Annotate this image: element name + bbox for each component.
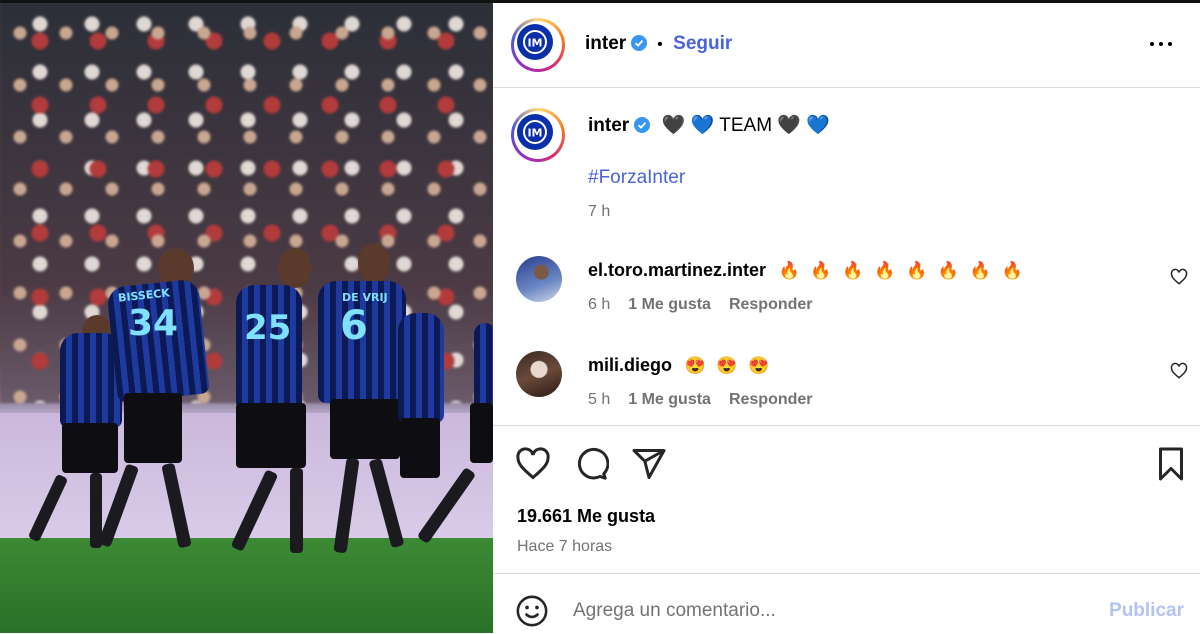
- comment-time[interactable]: 5 h: [588, 391, 610, 408]
- likes-count[interactable]: 19.661 Me gusta: [517, 506, 655, 527]
- comment-row: mili.diego 😍 😍 😍: [588, 355, 772, 376]
- heart-icon[interactable]: [515, 446, 551, 482]
- share-icon[interactable]: [631, 446, 667, 482]
- comment-bar: Publicar: [493, 573, 1200, 634]
- reply-button[interactable]: Responder: [729, 391, 813, 408]
- more-options-icon[interactable]: [1148, 33, 1178, 53]
- comment-heart-icon[interactable]: [1170, 268, 1188, 286]
- caption-username[interactable]: inter: [588, 115, 629, 136]
- svg-text:IM: IM: [527, 37, 542, 50]
- posted-time[interactable]: Hace 7 horas: [517, 538, 612, 556]
- photo-player-shorts: [470, 403, 493, 463]
- emoji-icon[interactable]: [515, 594, 549, 628]
- dot-icon: [1168, 42, 1172, 46]
- comment-username[interactable]: mili.diego: [588, 355, 672, 375]
- comment-avatar[interactable]: [516, 256, 562, 302]
- inter-logo-icon: IM: [517, 114, 553, 150]
- publish-button[interactable]: Publicar: [1109, 600, 1184, 622]
- jersey-number: 6: [340, 303, 368, 349]
- caption-avatar[interactable]: IM: [511, 108, 565, 162]
- photo-player-shorts: [124, 393, 182, 463]
- caption-hashtag[interactable]: #ForzaInter: [588, 167, 685, 189]
- caption-time[interactable]: 7 h: [588, 203, 610, 221]
- author-username[interactable]: inter: [585, 33, 626, 54]
- comment-meta: 5 h 1 Me gusta Responder: [588, 391, 813, 409]
- author-avatar[interactable]: IM: [511, 18, 565, 72]
- bookmark-icon[interactable]: [1153, 446, 1189, 482]
- header-user-row: inter • Seguir: [585, 33, 732, 55]
- verified-icon: [634, 117, 651, 133]
- post-actions: 19.661 Me gusta Hace 7 horas: [493, 425, 1200, 576]
- post-photo[interactable]: 34 BISSECK 25 6 DE VRIJ: [0, 3, 493, 633]
- comment-avatar[interactable]: [516, 351, 562, 397]
- dot-icon: [1159, 42, 1163, 46]
- comment-username[interactable]: el.toro.martinez.inter: [588, 260, 766, 280]
- photo-player: [474, 323, 493, 413]
- jersey-number: 25: [244, 308, 292, 348]
- photo-player-shorts: [236, 403, 306, 468]
- photo-player-head: [278, 248, 312, 288]
- photo-player: [398, 313, 444, 423]
- comment-row: el.toro.martinez.inter 🔥 🔥 🔥 🔥 🔥 🔥 🔥 🔥: [588, 260, 1026, 281]
- photo-player-shorts: [330, 399, 400, 459]
- jersey-name: DE VRIJ: [342, 291, 388, 304]
- post-header: IM inter • Seguir: [493, 3, 1200, 88]
- comment-likes[interactable]: 1 Me gusta: [628, 296, 711, 313]
- photo-player-head: [358, 243, 390, 283]
- comment-text: 🔥 🔥 🔥 🔥 🔥 🔥 🔥 🔥: [778, 261, 1026, 280]
- comment-meta: 6 h 1 Me gusta Responder: [588, 296, 813, 314]
- caption-row: inter 🖤 💙 TEAM 🖤 💙: [588, 113, 830, 137]
- photo-player-shorts: [62, 423, 118, 473]
- follow-button[interactable]: Seguir: [673, 33, 732, 54]
- comment-input[interactable]: [573, 600, 1073, 622]
- jersey-number: 34: [128, 303, 179, 344]
- inter-logo-icon: IM: [517, 24, 553, 60]
- caption-text: 🖤 💙 TEAM 🖤 💙: [661, 115, 830, 136]
- comment-heart-icon[interactable]: [1170, 362, 1188, 380]
- reply-button[interactable]: Responder: [729, 296, 813, 313]
- comment-text: 😍 😍 😍: [684, 356, 773, 375]
- photo-pitch: [0, 538, 493, 633]
- photo-player-shorts: [400, 418, 440, 478]
- separator-dot: •: [657, 36, 663, 53]
- verified-icon: [630, 35, 647, 51]
- post-panel: IM inter • Seguir IM inter 🖤 💙 TEAM 🖤 💙 …: [493, 3, 1200, 633]
- svg-text:IM: IM: [527, 127, 542, 140]
- photo-player-leg: [290, 468, 303, 553]
- dot-icon: [1150, 42, 1154, 46]
- comment-icon[interactable]: [573, 446, 609, 482]
- comment-likes[interactable]: 1 Me gusta: [628, 391, 711, 408]
- comment-time[interactable]: 6 h: [588, 296, 610, 313]
